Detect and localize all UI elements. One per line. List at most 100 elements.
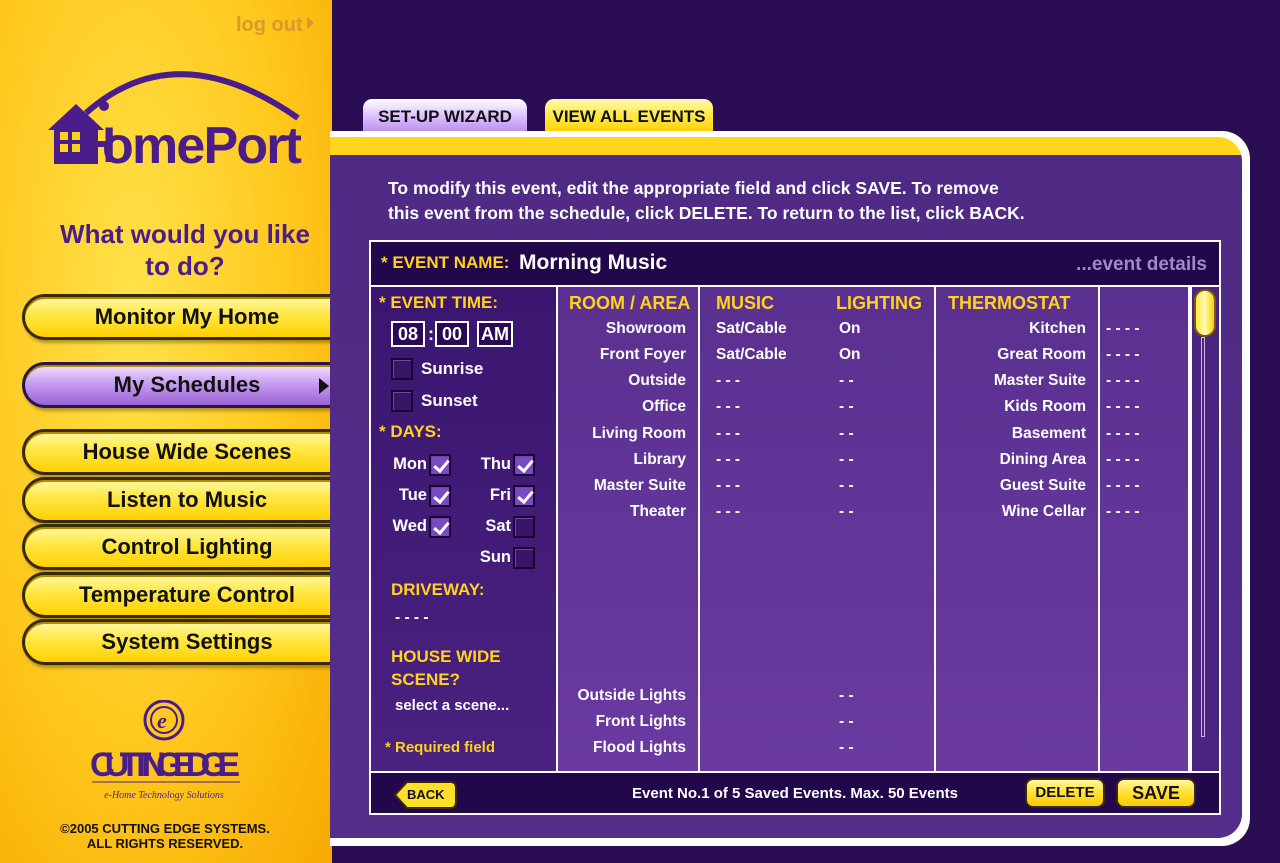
thermostat-value[interactable]: - - - - bbox=[1106, 398, 1140, 416]
room-name: Office bbox=[642, 398, 686, 415]
lighting-value[interactable]: On bbox=[839, 320, 861, 338]
thermostat-value[interactable]: - - - - bbox=[1106, 320, 1140, 338]
thermostat-column: THERMOSTAT Kitchen Great Room Master Sui… bbox=[936, 287, 1098, 771]
thermostat-zone: Kitchen bbox=[1029, 320, 1086, 337]
nav-temperature-control[interactable]: Temperature Control bbox=[22, 572, 352, 618]
nav-control-lighting[interactable]: Control Lighting bbox=[22, 524, 352, 570]
music-value[interactable]: - - - bbox=[716, 503, 740, 521]
sunrise-label: Sunrise bbox=[421, 359, 484, 378]
thermostat-zone: Great Room bbox=[997, 346, 1086, 363]
instructions: To modify this event, edit the appropria… bbox=[388, 176, 1108, 226]
svg-text:e: e bbox=[157, 708, 167, 733]
sunset-label: Sunset bbox=[421, 391, 478, 410]
sunrise-checkbox[interactable] bbox=[391, 358, 413, 380]
tab-view-all-events[interactable]: VIEW ALL EVENTS bbox=[542, 96, 716, 134]
event-name-row: * EVENT NAME: Morning Music ...event det… bbox=[371, 242, 1219, 287]
day-checkbox-mon[interactable] bbox=[429, 454, 451, 476]
scene-select[interactable]: select a scene... bbox=[395, 697, 509, 714]
thermostat-value[interactable]: - - - - bbox=[1106, 372, 1140, 390]
room-name: Master Suite bbox=[593, 477, 686, 494]
day-label-thu: Thu bbox=[480, 455, 511, 473]
scrollbar-track[interactable] bbox=[1201, 337, 1205, 737]
lighting-value[interactable]: - - bbox=[839, 372, 854, 390]
column-header-lighting: LIGHTING bbox=[836, 293, 922, 313]
day-label-sat: Sat bbox=[485, 517, 511, 535]
nav-house-wide-scenes[interactable]: House Wide Scenes bbox=[22, 429, 352, 475]
event-editor: * EVENT NAME: Morning Music ...event det… bbox=[369, 240, 1221, 815]
room-name: Living Room bbox=[592, 425, 686, 442]
lighting-value[interactable]: On bbox=[839, 346, 861, 364]
nav-label: System Settings bbox=[101, 629, 273, 654]
thermostat-value[interactable]: - - - - bbox=[1106, 425, 1140, 443]
sidebar: log out omePort H What would you like to… bbox=[0, 0, 352, 863]
thermostat-zone: Kids Room bbox=[1004, 398, 1086, 415]
music-value[interactable]: - - - bbox=[716, 451, 740, 469]
sunset-checkbox[interactable] bbox=[391, 390, 413, 412]
driveway-label: DRIVEWAY: bbox=[391, 580, 485, 599]
nav-label: Monitor My Home bbox=[94, 304, 280, 329]
thermostat-value[interactable]: - - - - bbox=[1106, 503, 1140, 521]
music-value[interactable]: Sat/Cable bbox=[716, 346, 787, 364]
light-name: Front Lights bbox=[595, 713, 686, 730]
minute-field[interactable]: 00 bbox=[435, 321, 469, 347]
lighting-value[interactable]: - - bbox=[839, 713, 854, 731]
event-time-label: * EVENT TIME: bbox=[379, 293, 499, 312]
day-checkbox-sun[interactable] bbox=[513, 547, 535, 569]
scrollbar-thumb[interactable] bbox=[1194, 289, 1216, 337]
days-label: * DAYS: bbox=[379, 422, 442, 441]
event-name-field[interactable]: Morning Music bbox=[519, 251, 667, 275]
time-separator: : bbox=[428, 324, 434, 344]
lighting-value[interactable]: - - bbox=[839, 451, 854, 469]
thermostat-value[interactable]: - - - - bbox=[1106, 346, 1140, 364]
lighting-value[interactable]: - - bbox=[839, 398, 854, 416]
thermostat-zone: Master Suite bbox=[993, 372, 1086, 389]
nav-my-schedules[interactable]: My Schedules bbox=[22, 362, 352, 408]
sidebar-prompt: What would you like to do? bbox=[60, 219, 310, 281]
nav-listen-to-music[interactable]: Listen to Music bbox=[22, 477, 352, 523]
thermostat-value[interactable]: - - - - bbox=[1106, 477, 1140, 495]
svg-text:CUTTINGEDGE: CUTTINGEDGE bbox=[90, 746, 240, 784]
lighting-value[interactable]: - - bbox=[839, 687, 854, 705]
scene-label: HOUSE WIDE bbox=[391, 647, 501, 666]
music-value[interactable]: - - - bbox=[716, 477, 740, 495]
nav-monitor-my-home[interactable]: Monitor My Home bbox=[22, 294, 352, 340]
music-value[interactable]: - - - bbox=[716, 372, 740, 390]
music-value[interactable]: - - - bbox=[716, 398, 740, 416]
save-button[interactable]: SAVE bbox=[1116, 778, 1196, 808]
thermostat-value[interactable]: - - - - bbox=[1106, 451, 1140, 469]
scrollbar[interactable] bbox=[1190, 287, 1219, 771]
event-details-link[interactable]: ...event details bbox=[1076, 254, 1207, 276]
day-checkbox-thu[interactable] bbox=[513, 454, 535, 476]
nav-system-settings[interactable]: System Settings bbox=[22, 619, 352, 665]
day-checkbox-sat[interactable] bbox=[513, 516, 535, 538]
day-checkbox-fri[interactable] bbox=[513, 485, 535, 507]
delete-button[interactable]: DELETE bbox=[1025, 778, 1105, 808]
event-settings-column: * EVENT TIME: 08 : 00 AM Sunrise Sunset … bbox=[371, 287, 558, 771]
chevron-right-icon bbox=[319, 378, 329, 394]
room-name: Library bbox=[633, 451, 686, 468]
ampm-field[interactable]: AM bbox=[477, 321, 513, 347]
light-name: Flood Lights bbox=[593, 739, 686, 756]
music-lighting-column: MUSIC LIGHTING Sat/Cable Sat/Cable - - -… bbox=[700, 287, 936, 771]
logout-link[interactable]: log out bbox=[236, 14, 314, 37]
driveway-value[interactable]: - - - - bbox=[395, 609, 429, 627]
lighting-value[interactable]: - - bbox=[839, 477, 854, 495]
svg-text:H: H bbox=[80, 117, 116, 173]
lighting-value[interactable]: - - bbox=[839, 739, 854, 757]
day-label-fri: Fri bbox=[489, 486, 511, 504]
room-name: Front Foyer bbox=[599, 346, 686, 363]
music-value[interactable]: - - - bbox=[716, 425, 740, 443]
room-name: Theater bbox=[630, 503, 686, 520]
lighting-value[interactable]: - - bbox=[839, 425, 854, 443]
day-checkbox-wed[interactable] bbox=[429, 516, 451, 538]
day-checkbox-tue[interactable] bbox=[429, 485, 451, 507]
nav-label: House Wide Scenes bbox=[82, 439, 292, 464]
nav-label: Control Lighting bbox=[101, 534, 273, 559]
day-label-sun: Sun bbox=[479, 548, 511, 566]
tab-setup-wizard[interactable]: SET-UP WIZARD bbox=[360, 96, 530, 134]
hour-field[interactable]: 08 bbox=[391, 321, 425, 347]
music-value[interactable]: Sat/Cable bbox=[716, 320, 787, 338]
lighting-value[interactable]: - - bbox=[839, 503, 854, 521]
copyright-line: ALL RIGHTS RESERVED. bbox=[86, 836, 244, 851]
svg-text:e-Home Technology Solutions: e-Home Technology Solutions bbox=[104, 790, 224, 801]
